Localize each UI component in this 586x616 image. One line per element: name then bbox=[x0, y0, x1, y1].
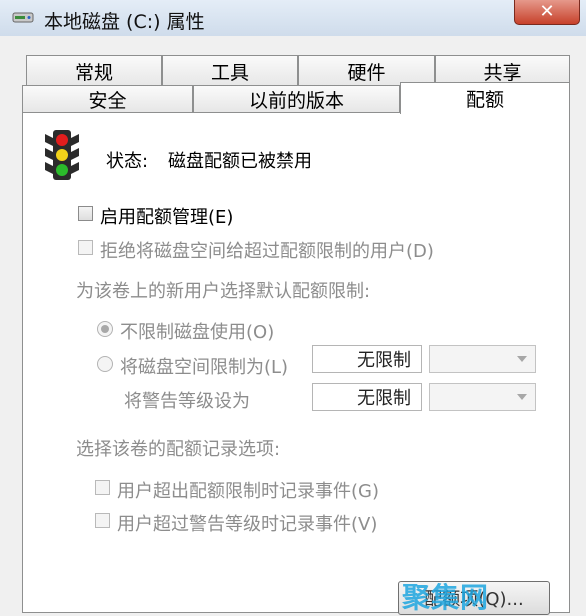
tab-tools[interactable]: 工具 bbox=[162, 55, 298, 87]
watermark: 聚集网 bbox=[402, 581, 490, 614]
logging-heading: 选择该卷的配额记录选项: bbox=[76, 439, 281, 460]
limit-space-label: 将磁盘空间限制为(L) bbox=[120, 357, 289, 378]
limit-unit-select[interactable] bbox=[429, 345, 536, 373]
log-warning-label: 用户超过警告等级时记录事件(V) bbox=[117, 514, 378, 535]
enable-quota-label: 启用配额管理(E) bbox=[100, 207, 234, 228]
deny-space-checkbox[interactable] bbox=[78, 240, 93, 255]
close-button[interactable]: ✕ bbox=[514, 0, 580, 25]
limit-space-radio[interactable] bbox=[97, 356, 113, 372]
chevron-down-icon bbox=[517, 394, 527, 400]
traffic-light-icon bbox=[45, 130, 79, 180]
warning-value-field[interactable]: 无限制 bbox=[312, 383, 422, 411]
tab-previous-versions[interactable]: 以前的版本 bbox=[193, 85, 400, 113]
warning-level-label: 将警告等级设为 bbox=[124, 391, 250, 412]
tab-quota[interactable]: 配额 bbox=[400, 82, 570, 114]
warning-unit-select[interactable] bbox=[429, 383, 536, 411]
tab-general[interactable]: 常规 bbox=[26, 55, 162, 87]
status-label: 状态: bbox=[106, 151, 149, 172]
title-bar: 本地磁盘 (C:) 属性 ✕ bbox=[0, 0, 586, 37]
chevron-down-icon bbox=[517, 356, 527, 362]
enable-quota-checkbox[interactable] bbox=[78, 206, 93, 221]
radio-dot bbox=[101, 325, 109, 333]
default-limit-heading: 为该卷上的新用户选择默认配额限制: bbox=[76, 281, 371, 302]
no-limit-label: 不限制磁盘使用(O) bbox=[120, 322, 275, 343]
log-limit-label: 用户超出配额限制时记录事件(G) bbox=[117, 481, 379, 502]
deny-space-label: 拒绝将磁盘空间给超过配额限制的用户(D) bbox=[100, 241, 434, 262]
drive-icon bbox=[12, 12, 34, 23]
status-value: 磁盘配额已被禁用 bbox=[168, 151, 312, 172]
log-warning-checkbox[interactable] bbox=[95, 513, 110, 528]
close-icon: ✕ bbox=[539, 0, 555, 22]
log-limit-checkbox[interactable] bbox=[95, 480, 110, 495]
window-title: 本地磁盘 (C:) 属性 bbox=[44, 11, 205, 33]
limit-value-field[interactable]: 无限制 bbox=[312, 345, 422, 373]
tab-security[interactable]: 安全 bbox=[22, 85, 193, 113]
no-limit-radio[interactable] bbox=[97, 321, 113, 337]
